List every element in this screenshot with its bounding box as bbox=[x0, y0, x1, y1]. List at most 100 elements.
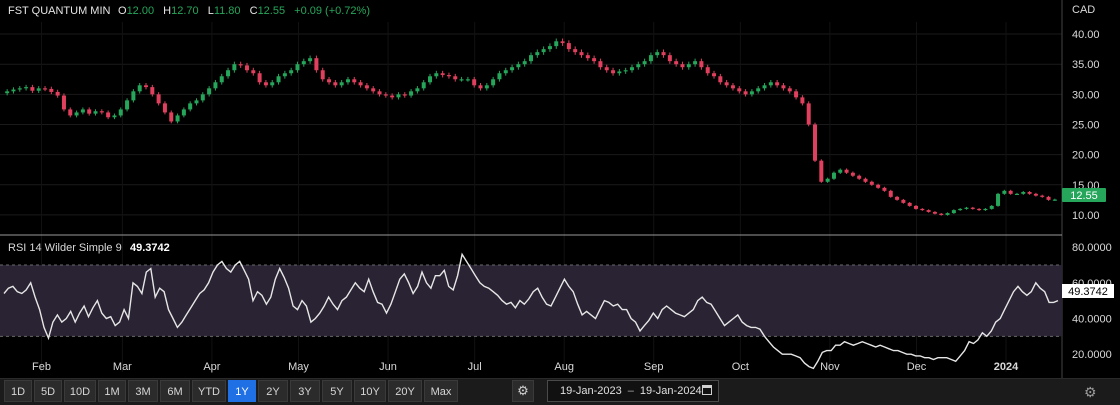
candle-body[interactable] bbox=[1002, 190, 1007, 194]
candle-body[interactable] bbox=[699, 61, 704, 68]
candle-body[interactable] bbox=[516, 64, 521, 68]
candle-body[interactable] bbox=[43, 88, 48, 90]
candle-body[interactable] bbox=[636, 64, 641, 68]
candle-body[interactable] bbox=[491, 79, 496, 86]
candle-body[interactable] bbox=[585, 55, 590, 59]
candle-body[interactable] bbox=[787, 88, 792, 92]
range-button-2y[interactable]: 2Y bbox=[258, 380, 288, 402]
date-range-picker[interactable]: 19-Jan-2023–19-Jan-2024 bbox=[547, 380, 719, 402]
candle-body[interactable] bbox=[951, 210, 956, 214]
range-button-10y[interactable]: 10Y bbox=[354, 380, 386, 402]
chart-area[interactable]: 10.0015.0020.0025.0030.0035.0040.00 20.0… bbox=[0, 0, 1120, 378]
candle-body[interactable] bbox=[863, 178, 868, 182]
range-button-6m[interactable]: 6M bbox=[160, 380, 190, 402]
candle-body[interactable] bbox=[358, 82, 363, 86]
candle-body[interactable] bbox=[194, 100, 199, 104]
candle-body[interactable] bbox=[888, 190, 893, 197]
candle-body[interactable] bbox=[920, 208, 925, 211]
candle-body[interactable] bbox=[510, 67, 515, 71]
candle-body[interactable] bbox=[705, 67, 710, 74]
candle-body[interactable] bbox=[964, 207, 969, 209]
candle-body[interactable] bbox=[213, 82, 218, 89]
candle-body[interactable] bbox=[661, 52, 666, 56]
candle-body[interactable] bbox=[459, 79, 464, 81]
candle-body[interactable] bbox=[11, 89, 16, 92]
candle-body[interactable] bbox=[472, 79, 477, 86]
range-button-ytd[interactable]: YTD bbox=[192, 380, 226, 402]
settings-icon[interactable]: ⚙ bbox=[1084, 384, 1097, 401]
candle-body[interactable] bbox=[560, 41, 565, 44]
candle-body[interactable] bbox=[415, 88, 420, 92]
candle-body[interactable] bbox=[87, 109, 92, 114]
candle-body[interactable] bbox=[1033, 193, 1038, 196]
candle-body[interactable] bbox=[251, 70, 256, 74]
candle-body[interactable] bbox=[939, 213, 944, 215]
candle-body[interactable] bbox=[257, 73, 262, 83]
candle-body[interactable] bbox=[1027, 192, 1032, 194]
candle-body[interactable] bbox=[371, 88, 376, 92]
candle-body[interactable] bbox=[813, 124, 818, 161]
candle-body[interactable] bbox=[276, 76, 281, 83]
candle-body[interactable] bbox=[642, 61, 647, 65]
candle-body[interactable] bbox=[144, 85, 149, 88]
candle-body[interactable] bbox=[200, 94, 205, 101]
candle-body[interactable] bbox=[970, 207, 975, 209]
candle-body[interactable] bbox=[831, 172, 836, 179]
candle-body[interactable] bbox=[396, 94, 401, 98]
candle-body[interactable] bbox=[263, 82, 268, 86]
candle-body[interactable] bbox=[913, 205, 918, 209]
range-button-20y[interactable]: 20Y bbox=[388, 380, 422, 402]
candle-body[interactable] bbox=[503, 70, 508, 74]
candle-body[interactable] bbox=[686, 64, 691, 68]
candle-body[interactable] bbox=[93, 111, 98, 114]
candle-body[interactable] bbox=[1021, 192, 1026, 194]
candle-body[interactable] bbox=[440, 73, 445, 76]
range-button-1y[interactable]: 1Y bbox=[228, 380, 256, 402]
candle-body[interactable] bbox=[857, 175, 862, 179]
candle-body[interactable] bbox=[301, 61, 306, 65]
candle-body[interactable] bbox=[295, 64, 300, 71]
range-button-10d[interactable]: 10D bbox=[64, 380, 96, 402]
candle-body[interactable] bbox=[244, 65, 249, 71]
candle-body[interactable] bbox=[30, 87, 35, 91]
candle-body[interactable] bbox=[775, 82, 780, 86]
candle-body[interactable] bbox=[667, 55, 672, 62]
candle-body[interactable] bbox=[421, 82, 426, 89]
candle-body[interactable] bbox=[989, 205, 994, 209]
candle-body[interactable] bbox=[566, 43, 571, 50]
candle-body[interactable] bbox=[907, 202, 912, 206]
candle-body[interactable] bbox=[497, 73, 502, 80]
candle-body[interactable] bbox=[232, 64, 237, 71]
candle-body[interactable] bbox=[611, 70, 616, 74]
candle-body[interactable] bbox=[377, 91, 382, 95]
candle-body[interactable] bbox=[80, 109, 85, 113]
candle-body[interactable] bbox=[623, 70, 628, 72]
candle-body[interactable] bbox=[712, 73, 717, 77]
candle-body[interactable] bbox=[207, 88, 212, 95]
candle-body[interactable] bbox=[226, 70, 231, 77]
range-button-max[interactable]: Max bbox=[424, 380, 458, 402]
candle-body[interactable] bbox=[762, 85, 767, 89]
candle-body[interactable] bbox=[238, 64, 243, 66]
candle-body[interactable] bbox=[390, 95, 395, 98]
candle-body[interactable] bbox=[402, 94, 407, 96]
candle-body[interactable] bbox=[352, 79, 357, 83]
candle-body[interactable] bbox=[541, 49, 546, 53]
candle-body[interactable] bbox=[383, 94, 388, 96]
candle-body[interactable] bbox=[36, 88, 41, 91]
candle-body[interactable] bbox=[282, 73, 287, 77]
candle-body[interactable] bbox=[1014, 193, 1019, 196]
candle-body[interactable] bbox=[308, 58, 313, 62]
candle-body[interactable] bbox=[409, 91, 414, 96]
candle-body[interactable] bbox=[945, 213, 950, 215]
candle-body[interactable] bbox=[61, 95, 66, 110]
candle-body[interactable] bbox=[289, 70, 294, 74]
candle-body[interactable] bbox=[977, 208, 982, 211]
candle-body[interactable] bbox=[882, 187, 887, 191]
candle-body[interactable] bbox=[529, 55, 533, 62]
candle-body[interactable] bbox=[718, 76, 723, 83]
candle-body[interactable] bbox=[768, 82, 773, 86]
candle-body[interactable] bbox=[150, 87, 155, 95]
candle-body[interactable] bbox=[598, 61, 603, 68]
candle-body[interactable] bbox=[756, 88, 761, 92]
